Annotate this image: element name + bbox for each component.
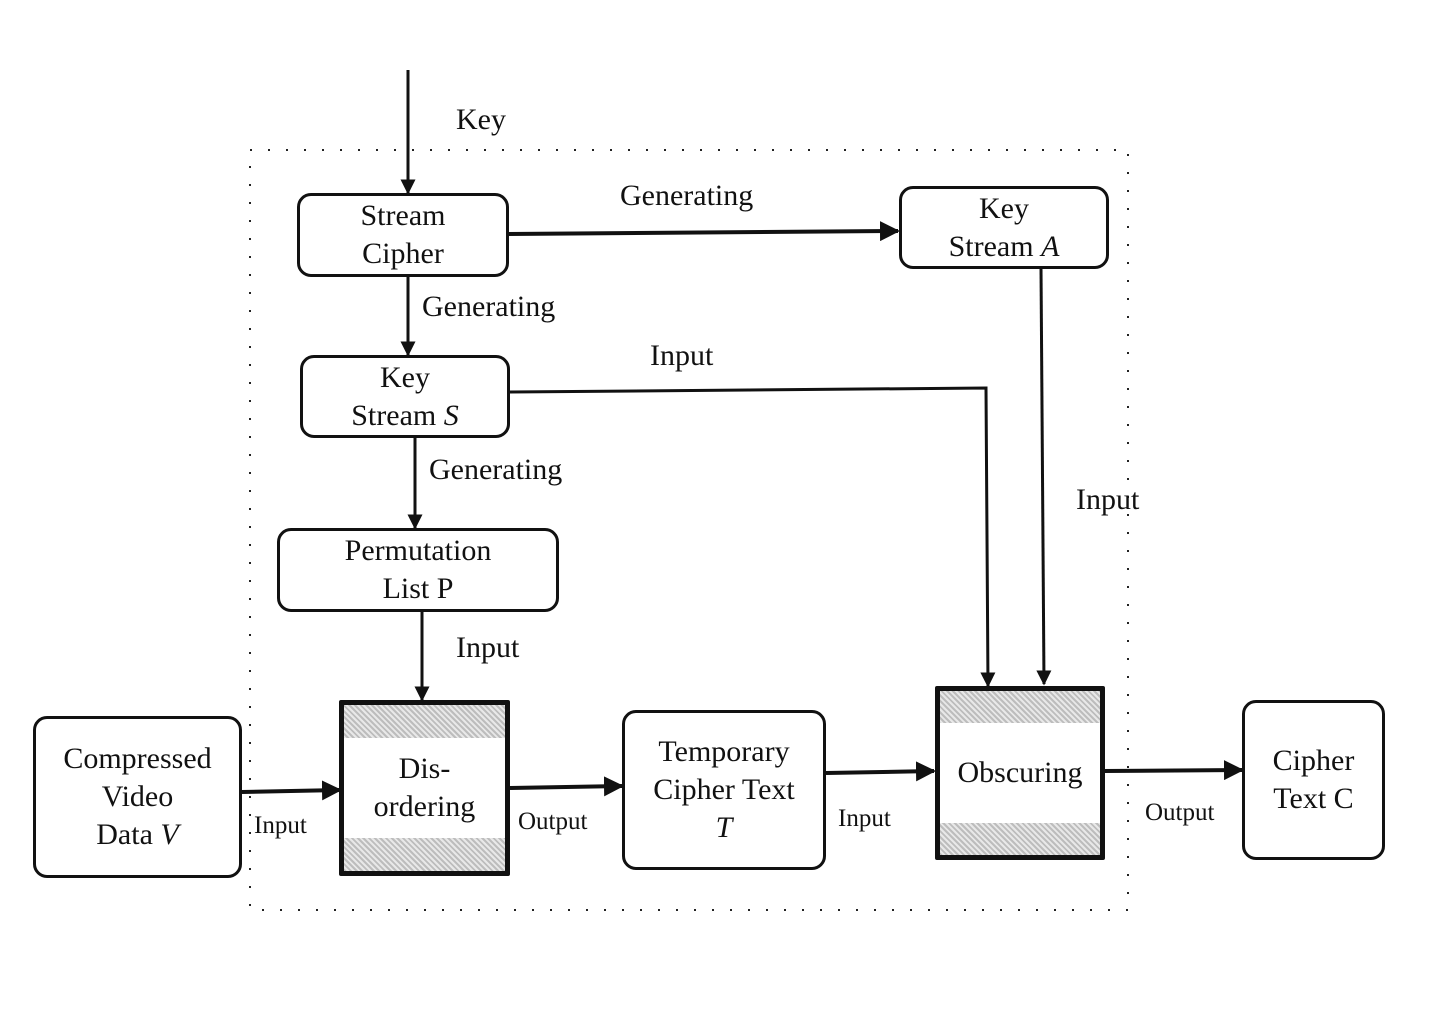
temporary-cipher-node: Temporary Cipher Text T — [622, 710, 826, 870]
node-text: Compressed — [63, 742, 212, 775]
edge-label-output-disordering: Output — [518, 808, 588, 835]
edge-label-generating-a: Generating — [620, 179, 754, 212]
node-text: Stream S — [351, 398, 459, 432]
edge-label-generating-p: Generating — [429, 453, 563, 486]
key-stream-s-node: Key Stream S — [300, 355, 510, 438]
key-stream-a-node: Key Stream A — [899, 186, 1109, 269]
node-text: Text C — [1273, 782, 1354, 815]
edge-label-input-v: Input — [254, 812, 307, 839]
permutation-list-node: Permutation List P — [277, 528, 559, 612]
arrow-video-to-disordering — [241, 780, 342, 801]
obscuring-node: Obscuring — [935, 686, 1105, 860]
edge-label-input-t: Input — [838, 805, 891, 832]
node-text: Dis- — [398, 752, 451, 785]
edge-label-input-p: Input — [456, 631, 520, 664]
node-text: Cipher — [1272, 744, 1355, 777]
disordering-node: Dis- ordering — [339, 700, 510, 876]
node-text: Stream A — [948, 229, 1060, 263]
edge-label-key: Key — [456, 103, 506, 136]
node-text: Key — [380, 360, 430, 394]
edge-label-output-obscuring: Output — [1145, 799, 1215, 826]
edge-label-generating-s: Generating — [422, 290, 556, 323]
node-text: Stream — [360, 199, 446, 232]
arrow-temporary-to-obscuring — [825, 761, 936, 782]
node-text: Permutation — [344, 534, 492, 567]
arrow-disordering-to-temporary — [509, 776, 624, 797]
node-text: ordering — [373, 790, 476, 823]
node-text: Obscuring — [957, 756, 1083, 789]
arrow-key-stream-a-to-obscuring — [1036, 267, 1052, 686]
node-text: Video — [101, 780, 174, 813]
node-text: Cipher — [362, 237, 444, 270]
arrow-obscuring-to-cipher-text — [1103, 760, 1244, 781]
node-text: Data V — [96, 818, 179, 851]
node-text: Key — [979, 191, 1029, 225]
arrow-key-stream-s-to-obscuring — [509, 386, 996, 688]
node-text: Temporary — [658, 735, 790, 768]
arrow-cipher-to-key-stream-a — [507, 221, 900, 242]
node-text: Cipher Text — [653, 773, 795, 806]
node-text: List P — [382, 572, 454, 605]
compressed-video-node: Compressed Video Data V — [33, 716, 242, 878]
node-text: T — [715, 811, 733, 844]
cipher-text-node: Cipher Text C — [1242, 700, 1385, 860]
edge-label-input-s: Input — [650, 339, 714, 372]
stream-cipher-node: Stream Cipher — [297, 193, 509, 277]
edge-label-input-a: Input — [1076, 483, 1140, 516]
